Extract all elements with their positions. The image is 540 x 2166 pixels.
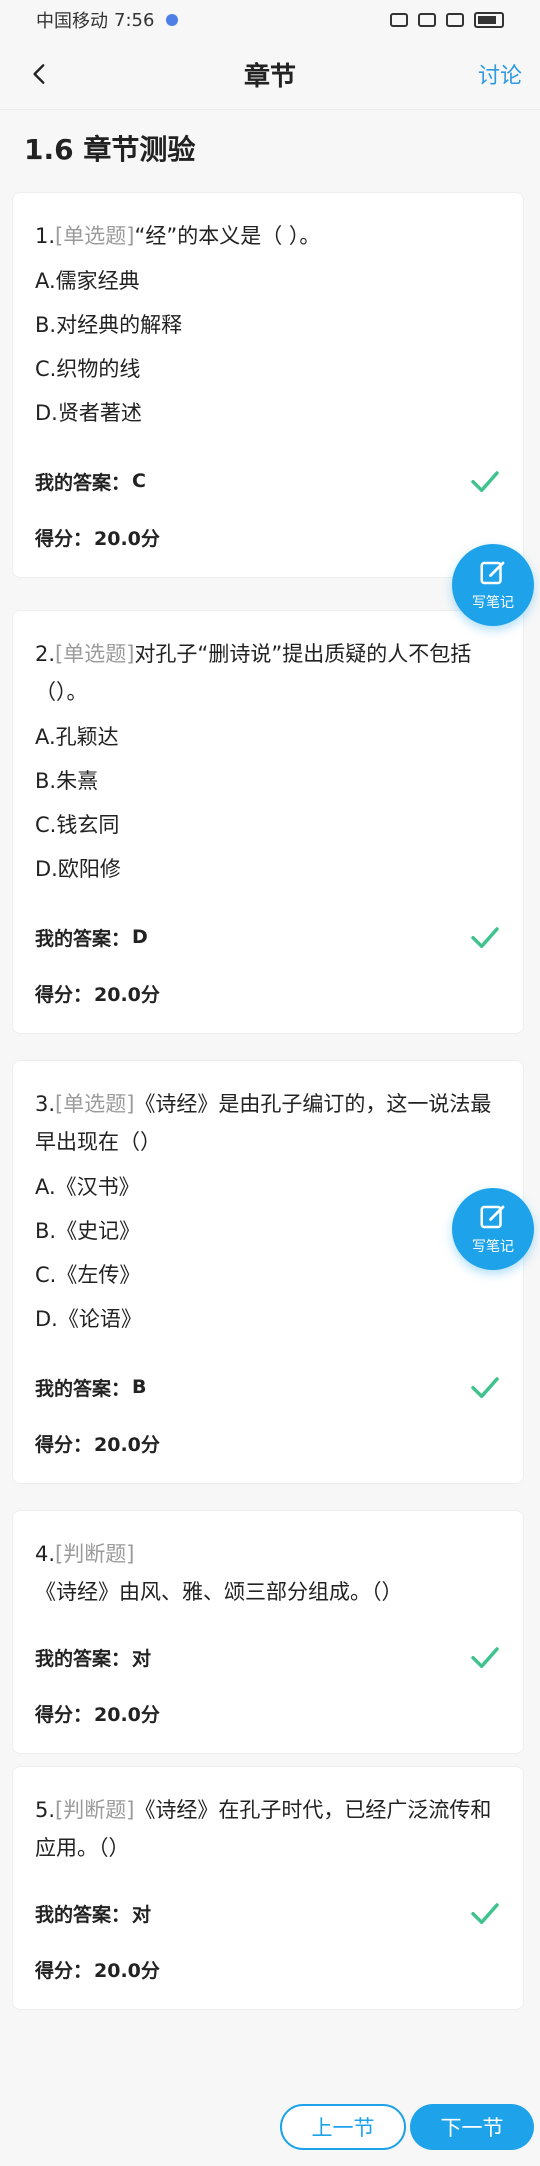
carrier-label: 中国移动 [36,11,108,32]
time-label: 7:56 [114,9,155,31]
question-number: 1. [35,224,56,248]
score-value: 20.0分 [94,527,160,550]
question-card-2: 2.[单选题]对孔子“删诗说”提出质疑的人不包括（）。 A.孔颖达 B.朱熹 C… [12,610,524,1034]
option-d: D.欧阳修 [35,857,121,881]
question-type: [判断题] [55,1798,135,1822]
question-title: 5.[判断题]《诗经》在孔子时代，已经广泛流传和应用。（） [35,1791,501,1867]
my-answer-row: 我的答案： 对 [35,1893,501,1933]
my-answer-label: 我的答案： [35,927,131,950]
score-row: 得分： 20.0分 [35,1949,501,1989]
question-card-5: 5.[判断题]《诗经》在孔子时代，已经广泛流传和应用。（） 我的答案： 对 得分… [12,1766,524,2010]
status-right [390,12,504,28]
question-type: [单选题] [55,1092,135,1116]
my-answer-value: B [132,1376,147,1398]
option-c: C.《左传》 [35,1263,141,1287]
option-a: A.孔颖达 [35,725,119,749]
question-title: 4.[判断题] 《诗经》由风、雅、颂三部分组成。（） [35,1535,501,1611]
option-b: B.对经典的解释 [35,313,183,337]
top-bar: 章节 讨论 [0,40,540,110]
my-answer-label: 我的答案： [35,1377,131,1400]
question-type: [单选题] [55,224,135,248]
score-value: 20.0分 [94,1433,160,1456]
status-left: 中国移动 7:56 [36,7,179,33]
chapter-nav: 上一节 下一节 [0,2104,540,2154]
edit-note-icon [480,1205,505,1229]
score-row: 得分： 20.0分 [35,517,501,557]
score-label: 得分： [35,1959,93,1982]
my-answer-value: D [132,926,148,948]
write-note-button[interactable]: 写笔记 [452,1188,534,1270]
write-note-button[interactable]: 写笔记 [452,544,534,626]
correct-check-icon [471,1903,499,1925]
page-title: 章节 [243,62,296,92]
correct-check-icon [471,1647,499,1669]
status-bar: 中国移动 7:56 [0,0,540,40]
question-title: 3.[单选题]《诗经》是由孔子编订的，这一说法最早出现在（） [35,1085,501,1161]
next-section-button[interactable]: 下一节 [410,2104,534,2150]
my-answer-value: 对 [132,1903,152,1926]
score-value: 20.0分 [94,983,160,1006]
score-row: 得分： 20.0分 [35,1693,501,1733]
silent-icon [418,13,436,27]
previous-section-button[interactable]: 上一节 [280,2104,406,2150]
score-row: 得分： 20.0分 [35,1423,501,1463]
back-button[interactable] [18,52,62,96]
question-text: “经”的本义是（ ）。 [134,224,321,248]
question-card-3: 3.[单选题]《诗经》是由孔子编订的，这一说法最早出现在（） A.《汉书》 B.… [12,1060,524,1484]
my-answer-value: 对 [132,1647,152,1670]
edit-note-icon [480,561,505,585]
score-row: 得分： 20.0分 [35,973,501,1013]
my-answer-row: 我的答案： B [35,1367,501,1407]
notification-dot-icon [166,14,179,26]
score-label: 得分： [35,1433,93,1456]
option-c: C.织物的线 [35,357,141,381]
my-answer-row: 我的答案： C [35,461,501,501]
write-note-label: 写笔记 [472,595,514,611]
score-label: 得分： [35,1703,93,1726]
my-answer-label: 我的答案： [35,1903,131,1926]
question-type: [判断题] [55,1542,135,1566]
battery-icon [474,12,504,28]
question-type: [单选题] [55,642,135,666]
option-c: C.钱玄同 [35,813,120,837]
score-value: 20.0分 [94,1703,160,1726]
correct-check-icon [471,927,499,949]
score-value: 20.0分 [94,1959,160,1982]
question-number: 3. [35,1092,56,1116]
my-answer-value: C [132,470,146,492]
option-b: B.朱熹 [35,769,99,793]
question-number: 4. [35,1542,56,1566]
question-card-4: 4.[判断题] 《诗经》由风、雅、颂三部分组成。（） 我的答案： 对 得分： 20… [12,1510,524,1754]
signal-icon [446,13,464,27]
question-title: 2.[单选题]对孔子“删诗说”提出质疑的人不包括（）。 [35,635,501,711]
score-label: 得分： [35,527,93,550]
question-text: 《诗经》由风、雅、颂三部分组成。（） [35,1580,403,1604]
correct-check-icon [471,471,499,493]
discussion-link[interactable]: 讨论 [478,58,522,90]
question-title: 1.[单选题]“经”的本义是（ ）。 [35,217,501,255]
my-answer-label: 我的答案： [35,471,131,494]
option-a: A.《汉书》 [35,1175,140,1199]
correct-check-icon [471,1377,499,1399]
section-title: 1.6 章节测验 [24,133,196,166]
write-note-label: 写笔记 [472,1239,514,1255]
option-a: A.儒家经典 [35,269,140,293]
question-card-1: 1.[单选题]“经”的本义是（ ）。 A.儒家经典 B.对经典的解释 C.织物的… [12,192,524,578]
score-label: 得分： [35,983,93,1006]
my-answer-row: 我的答案： D [35,917,501,957]
question-number: 2. [35,642,56,666]
chevron-left-icon [33,64,45,84]
alarm-icon [390,13,408,27]
option-d: D.贤者著述 [35,401,142,425]
question-number: 5. [35,1798,56,1822]
my-answer-row: 我的答案： 对 [35,1637,501,1677]
option-b: B.《史记》 [35,1219,141,1243]
option-d: D.《论语》 [35,1307,142,1331]
my-answer-label: 我的答案： [35,1647,131,1670]
